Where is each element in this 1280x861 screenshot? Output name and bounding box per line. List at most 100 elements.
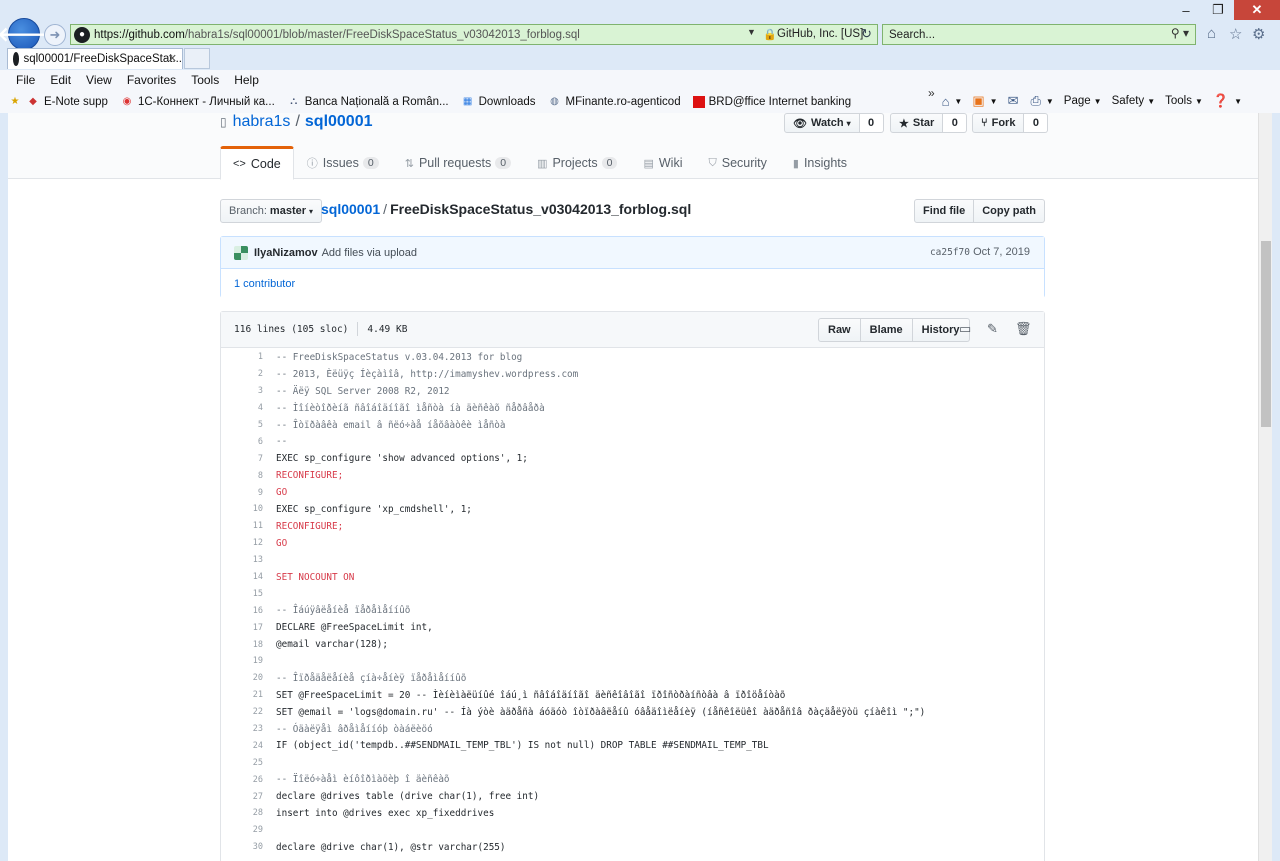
line-number[interactable]: 6 <box>221 437 267 447</box>
menu-help[interactable]: Help <box>234 73 259 87</box>
search-icon[interactable]: ⚲ ▾ <box>1171 26 1189 40</box>
line-number[interactable]: 12 <box>221 538 267 548</box>
find-file-button[interactable]: Find file <box>914 199 975 223</box>
menu-view[interactable]: View <box>86 73 112 87</box>
line-number[interactable]: 4 <box>221 403 267 413</box>
line-number[interactable]: 27 <box>221 792 267 802</box>
star-button[interactable]: ★ Star <box>890 113 944 133</box>
line-number[interactable]: 25 <box>221 758 267 768</box>
commit-message-link[interactable]: Add files via upload <box>322 247 417 259</box>
line-number[interactable]: 19 <box>221 656 267 666</box>
tab-security[interactable]: ⛉ Security <box>695 146 779 180</box>
scrollbar-thumb[interactable] <box>1261 241 1271 427</box>
line-number[interactable]: 26 <box>221 775 267 785</box>
raw-button[interactable]: Raw <box>818 318 861 342</box>
favorite-item[interactable]: ◍ MFinante.ro-agenticod <box>548 95 680 109</box>
close-window-icon[interactable]: ✕ <box>1234 0 1280 20</box>
lock-icon[interactable]: 🔒 <box>763 28 777 41</box>
favorite-item[interactable]: ▦ Downloads <box>461 95 536 109</box>
menu-edit[interactable]: Edit <box>50 73 71 87</box>
favorite-item[interactable]: ◆ E-Note supp <box>26 95 108 109</box>
line-number[interactable]: 21 <box>221 690 267 700</box>
tab-projects[interactable]: ▥ Projects 0 <box>524 146 630 180</box>
tab-issues[interactable]: ⓘ Issues 0 <box>294 146 392 180</box>
line-number[interactable]: 15 <box>221 589 267 599</box>
browser-tab[interactable]: sql00001/FreeDiskSpaceStat... ✕ <box>7 48 183 69</box>
home-icon[interactable]: ⌂ <box>1207 25 1216 42</box>
line-number[interactable]: 18 <box>221 640 267 650</box>
address-bar[interactable]: ● https://github.com/habra1s/sql00001/bl… <box>70 24 878 45</box>
certificate-label[interactable]: GitHub, Inc. [US] <box>777 28 863 40</box>
add-favorite-icon[interactable]: ★ <box>8 95 22 109</box>
star-count[interactable]: 0 <box>943 113 968 133</box>
breadcrumb-repo-link[interactable]: sql00001 <box>321 201 380 217</box>
line-number[interactable]: 22 <box>221 707 267 717</box>
desktop-icon[interactable]: ▭ <box>959 321 971 337</box>
forward-button[interactable]: ➜ <box>44 24 66 46</box>
line-number[interactable]: 24 <box>221 741 267 751</box>
page-scrollbar[interactable] <box>1258 113 1272 861</box>
line-number[interactable]: 29 <box>221 825 267 835</box>
copy-path-button[interactable]: Copy path <box>974 199 1045 223</box>
line-number[interactable]: 8 <box>221 471 267 481</box>
refresh-icon[interactable]: ↻ <box>861 26 872 42</box>
maximize-icon[interactable]: ❐ <box>1202 0 1234 20</box>
line-number[interactable]: 9 <box>221 488 267 498</box>
print-cmd[interactable]: ⎙ ▼ <box>1030 93 1053 109</box>
blame-button[interactable]: Blame <box>860 318 913 342</box>
avatar[interactable] <box>234 245 248 260</box>
settings-gear-icon[interactable]: ⚙ <box>1252 25 1265 43</box>
line-number[interactable]: 13 <box>221 555 267 565</box>
tab-pull-requests[interactable]: ⇅ Pull requests 0 <box>392 146 524 180</box>
line-number[interactable]: 16 <box>221 606 267 616</box>
favorites-star-icon[interactable]: ☆ <box>1229 25 1242 43</box>
line-number[interactable]: 28 <box>221 808 267 818</box>
watch-count[interactable]: 0 <box>859 113 884 133</box>
minimize-icon[interactable]: – <box>1170 0 1202 20</box>
tab-wiki[interactable]: ▤ Wiki <box>630 146 695 180</box>
line-number[interactable]: 10 <box>221 504 267 514</box>
page-menu[interactable]: Page ▼ <box>1064 95 1102 107</box>
home-cmd[interactable]: ⌂ ▼ <box>942 94 963 109</box>
trash-icon[interactable]: 🗑 <box>1015 321 1032 337</box>
watch-button[interactable]: 👁 Watch ▾ <box>784 113 860 133</box>
favorite-item[interactable]: BRD@ffice Internet banking <box>692 95 851 108</box>
search-input[interactable]: Search... ⚲ ▾ <box>882 24 1196 45</box>
new-tab-button[interactable] <box>184 48 210 69</box>
line-number[interactable]: 11 <box>221 521 267 531</box>
tab-code[interactable]: <> Code <box>220 146 294 180</box>
line-number[interactable]: 14 <box>221 572 267 582</box>
commit-author-link[interactable]: IlyaNizamov <box>254 247 318 259</box>
favorite-item[interactable]: ⛬ Banca Națională a Român... <box>287 95 448 109</box>
menu-tools[interactable]: Tools <box>191 73 219 87</box>
menu-file[interactable]: File <box>16 73 35 87</box>
line-number[interactable]: 30 <box>221 842 267 852</box>
commit-sha-link[interactable]: ca25f70 <box>930 247 970 258</box>
line-number[interactable]: 7 <box>221 454 267 464</box>
pencil-icon[interactable]: ✎ <box>987 321 998 337</box>
line-number[interactable]: 1 <box>221 352 267 362</box>
tools-menu[interactable]: Tools ▼ <box>1165 95 1203 107</box>
branch-select[interactable]: Branch: master ▾ <box>220 199 323 223</box>
line-number[interactable]: 20 <box>221 673 267 683</box>
line-number[interactable]: 23 <box>221 724 267 734</box>
tab-insights[interactable]: ▮ Insights <box>780 146 860 180</box>
favorite-item[interactable]: ◉ 1С-Коннект - Личный ка... <box>120 95 275 109</box>
contributors-link[interactable]: 1 contributor <box>221 269 1044 298</box>
line-number[interactable]: 17 <box>221 623 267 633</box>
mail-cmd[interactable]: ✉ <box>1008 93 1021 109</box>
line-number[interactable]: 5 <box>221 420 267 430</box>
url-dropdown-icon[interactable]: ▼ <box>747 27 756 37</box>
feeds-cmd[interactable]: ▣ ▼ <box>972 93 997 109</box>
repo-name-link[interactable]: sql00001 <box>305 113 373 131</box>
help-cmd[interactable]: ❓ ▼ <box>1213 93 1242 109</box>
fork-count[interactable]: 0 <box>1024 113 1049 133</box>
line-number[interactable]: 2 <box>221 369 267 379</box>
fork-button[interactable]: ⑂ Fork <box>972 113 1025 133</box>
back-button[interactable]: 🡐 <box>0 18 51 50</box>
safety-menu[interactable]: Safety ▼ <box>1112 95 1156 107</box>
line-number[interactable]: 3 <box>221 386 267 396</box>
menu-favorites[interactable]: Favorites <box>127 73 176 87</box>
tab-close-icon[interactable]: ✕ <box>168 52 177 65</box>
repo-owner-link[interactable]: habra1s <box>233 113 291 131</box>
